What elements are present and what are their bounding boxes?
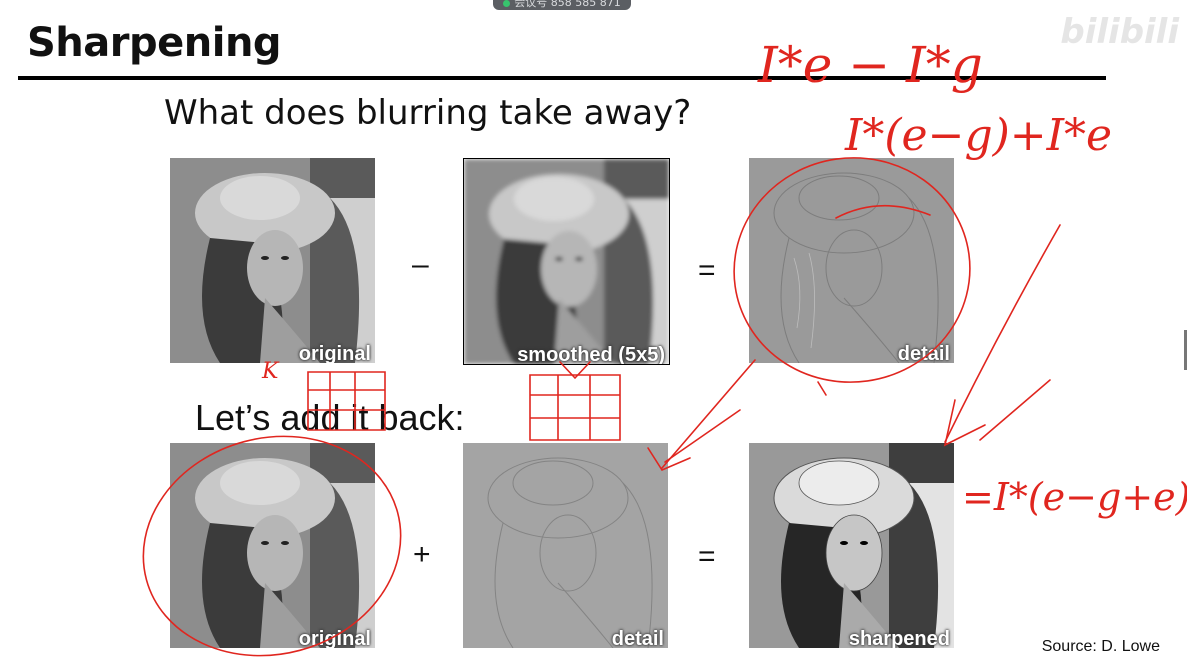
panel-caption: sharpened <box>848 628 950 648</box>
smoothed-photo <box>464 159 669 364</box>
panel-caption: detail <box>897 343 950 363</box>
original-image-panel-2: original <box>170 443 375 648</box>
equals-operator: = <box>698 254 716 287</box>
detail-image-panel: detail <box>749 158 954 363</box>
status-dot-icon <box>503 0 511 7</box>
minus-operator: – <box>412 248 429 281</box>
arrow-annotation-1 <box>661 359 756 469</box>
sharpened-photo <box>749 443 954 648</box>
sharpened-image-panel: sharpened <box>749 443 954 648</box>
annotation-formula-1: I*e − I*g <box>757 36 983 94</box>
arrow-annotation-3 <box>944 224 1061 443</box>
panel-caption: detail <box>611 628 664 648</box>
panel-caption: original <box>298 343 371 363</box>
meeting-id-text: 会议号 858 585 871 <box>514 0 621 9</box>
smoothed-image-panel: smoothed (5x5) <box>463 158 670 365</box>
arrow-annotation-4 <box>979 379 1051 441</box>
meeting-id-banner[interactable]: 会议号 858 585 871 <box>493 0 631 10</box>
title-divider <box>18 76 1106 80</box>
detail-image-panel-2: detail <box>463 443 668 648</box>
annotation-formula-3: =I*(e−g+e) <box>962 475 1187 519</box>
portrait-photo <box>170 443 375 648</box>
panel-caption: smoothed (5x5) <box>517 344 665 365</box>
kernel-grid-sketch-2 <box>529 374 621 441</box>
question-heading: What does blurring take away? <box>164 93 692 133</box>
bilibili-watermark: bilibili <box>1060 12 1179 52</box>
detail-photo <box>749 158 954 363</box>
detail-photo <box>463 443 668 648</box>
portrait-photo <box>170 158 375 363</box>
original-image-panel: original <box>170 158 375 363</box>
slide-title: Sharpening <box>27 20 282 66</box>
panel-caption: original <box>298 628 371 648</box>
source-credit: Source: D. Lowe <box>1041 638 1160 655</box>
plus-operator: + <box>413 538 431 571</box>
tick-annotation <box>817 381 827 396</box>
lets-add-heading: Let’s add it back: <box>195 397 465 438</box>
arrow-annotation-2 <box>664 409 741 463</box>
annotation-formula-2: I*(e−g)+I*e <box>844 110 1112 161</box>
equals-operator-2: = <box>698 540 716 573</box>
arrow-head-2 <box>943 399 986 447</box>
